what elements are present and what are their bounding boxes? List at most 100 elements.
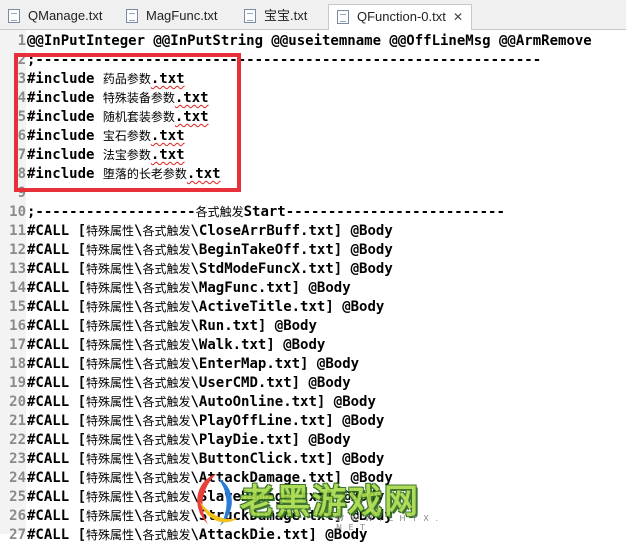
code-token: 各式触发 xyxy=(142,509,191,523)
line-code: #CALL [特殊属性\各式触发\AutoOnline.txt] @Body xyxy=(27,393,376,412)
code-line[interactable]: 17 #CALL [特殊属性\各式触发\Walk.txt] @Body xyxy=(0,336,626,355)
code-token: #CALL [ xyxy=(27,508,87,524)
line-code: #CALL [特殊属性\各式触发\PlayOffLine.txt] @Body xyxy=(27,412,384,431)
code-line[interactable]: 19 #CALL [特殊属性\各式触发\UserCMD.txt] @Body xyxy=(0,374,626,393)
close-icon[interactable]: ✕ xyxy=(453,5,463,29)
code-line[interactable]: 12 #CALL [特殊属性\各式触发\BeginTakeOff.txt] @Bo… xyxy=(0,241,626,260)
code-line[interactable]: 13 #CALL [特殊属性\各式触发\StdModeFuncX.txt] @Bo… xyxy=(0,260,626,279)
line-code: #CALL [特殊属性\各式触发\StdModeFuncX.txt] @Body xyxy=(27,260,393,279)
code-token: #CALL [ xyxy=(27,242,87,258)
code-token: 特殊属性 xyxy=(86,414,135,428)
code-token: 特殊属性 xyxy=(86,395,135,409)
line-code: #CALL [特殊属性\各式触发\MagFunc.txt] @Body xyxy=(27,279,351,298)
line-code: #CALL [特殊属性\各式触发\EnterMap.txt] @Body xyxy=(27,355,359,374)
tab-baobao[interactable]: 宝宝.txt xyxy=(236,4,328,29)
line-code: @@InPutInteger @@InPutString @@useitemna… xyxy=(27,32,592,51)
code-token: 各式触发 xyxy=(142,433,191,447)
line-code: #CALL [特殊属性\各式触发\Walk.txt] @Body xyxy=(27,336,325,355)
code-token: 特殊属性 xyxy=(86,243,135,257)
line-number: 19 xyxy=(9,375,26,391)
tab-label: QFunction-0.txt xyxy=(357,9,446,24)
line-number: 1 xyxy=(17,33,26,49)
line-number: 10 xyxy=(9,204,26,220)
code-token: ;------------------- xyxy=(27,204,196,220)
code-token: #CALL [ xyxy=(27,413,87,429)
code-line[interactable]: 10 ;-------------------各式触发Start---------… xyxy=(0,203,626,222)
file-icon xyxy=(8,9,20,23)
code-token: \Walk.txt] @Body xyxy=(190,337,326,353)
code-line[interactable]: 15 #CALL [特殊属性\各式触发\ActiveTitle.txt] @Bod… xyxy=(0,298,626,317)
line-number: 24 xyxy=(9,470,26,486)
code-token: #CALL [ xyxy=(27,261,87,277)
code-token: 各式触发 xyxy=(142,243,191,257)
code-token: \PlayDie.txt] @Body xyxy=(190,432,351,448)
tab-bar: QManage.txt MagFunc.txt 宝宝.txt QFunction… xyxy=(0,0,626,30)
line-number: 15 xyxy=(9,299,26,315)
code-token: #CALL [ xyxy=(27,223,87,239)
code-token: 各式触发 xyxy=(142,490,191,504)
code-line[interactable]: 16 #CALL [特殊属性\各式触发\Run.txt] @Body xyxy=(0,317,626,336)
line-number: 25 xyxy=(9,489,26,505)
site-watermark: 老黑游戏网 W W W . L H Y X . N E T xyxy=(186,468,446,534)
code-token: #CALL [ xyxy=(27,470,87,486)
code-token: 特殊属性 xyxy=(86,224,135,238)
line-code: ;-------------------各式触发Start-----------… xyxy=(27,203,505,222)
code-token: \PlayOffLine.txt] @Body xyxy=(190,413,385,429)
code-token: 各式触发 xyxy=(142,414,191,428)
code-line[interactable]: 18 #CALL [特殊属性\各式触发\EnterMap.txt] @Body xyxy=(0,355,626,374)
code-token: @@InPutInteger @@InPutString @@useitemna… xyxy=(27,33,592,49)
code-token: 特殊属性 xyxy=(86,338,135,352)
line-number: 23 xyxy=(9,451,26,467)
code-token: #CALL [ xyxy=(27,318,87,334)
code-line[interactable]: 11 #CALL [特殊属性\各式触发\CloseArrBuff.txt] @Bo… xyxy=(0,222,626,241)
code-token: #CALL [ xyxy=(27,527,87,543)
line-code: #CALL [特殊属性\各式触发\ActiveTitle.txt] @Body xyxy=(27,298,384,317)
tab-qmanage[interactable]: QManage.txt xyxy=(0,4,118,29)
code-token: #CALL [ xyxy=(27,489,87,505)
code-token: \ActiveTitle.txt] @Body xyxy=(190,299,385,315)
tab-magfunc[interactable]: MagFunc.txt xyxy=(118,4,234,29)
code-token: 特殊属性 xyxy=(86,509,135,523)
file-icon xyxy=(244,9,256,23)
code-token: #CALL [ xyxy=(27,337,87,353)
code-line[interactable]: 23 #CALL [特殊属性\各式触发\ButtonClick.txt] @Bod… xyxy=(0,450,626,469)
code-token: \AutoOnline.txt] @Body xyxy=(190,394,376,410)
line-number: 22 xyxy=(9,432,26,448)
code-token: \UserCMD.txt] @Body xyxy=(190,375,351,391)
line-number: 18 xyxy=(9,356,26,372)
line-number: 11 xyxy=(9,223,26,239)
code-token: #CALL [ xyxy=(27,375,87,391)
file-icon xyxy=(337,10,349,24)
code-token: \Run.txt] @Body xyxy=(190,318,317,334)
tab-qfunction-0[interactable]: QFunction-0.txt ✕ xyxy=(328,4,472,30)
line-number: 26 xyxy=(9,508,26,524)
line-code: #CALL [特殊属性\各式触发\PlayDie.txt] @Body xyxy=(27,431,351,450)
line-code: #CALL [特殊属性\各式触发\CloseArrBuff.txt] @Body xyxy=(27,222,393,241)
line-number: 12 xyxy=(9,242,26,258)
code-line[interactable]: 22 #CALL [特殊属性\各式触发\PlayDie.txt] @Body xyxy=(0,431,626,450)
code-token: \CloseArrBuff.txt] @Body xyxy=(190,223,393,239)
code-token: 特殊属性 xyxy=(86,528,135,542)
code-token: 各式触发 xyxy=(142,224,191,238)
line-number: 16 xyxy=(9,318,26,334)
code-line[interactable]: 20 #CALL [特殊属性\各式触发\AutoOnline.txt] @Body xyxy=(0,393,626,412)
code-line[interactable]: 14 #CALL [特殊属性\各式触发\MagFunc.txt] @Body xyxy=(0,279,626,298)
code-token: 特殊属性 xyxy=(86,357,135,371)
line-number: 17 xyxy=(9,337,26,353)
watermark-logo-icon xyxy=(197,474,238,526)
code-token: 各式触发 xyxy=(142,528,191,542)
code-line[interactable]: 21 #CALL [特殊属性\各式触发\PlayOffLine.txt] @Bod… xyxy=(0,412,626,431)
line-code: #CALL [特殊属性\各式触发\UserCMD.txt] @Body xyxy=(27,374,351,393)
code-token: #CALL [ xyxy=(27,451,87,467)
code-token: \StdModeFuncX.txt] @Body xyxy=(190,261,393,277)
code-token: 特殊属性 xyxy=(86,300,135,314)
line-code: #CALL [特殊属性\各式触发\ButtonClick.txt] @Body xyxy=(27,450,384,469)
code-line[interactable]: 1 @@InPutInteger @@InPutString @@useitemn… xyxy=(0,32,626,51)
code-token: 特殊属性 xyxy=(86,471,135,485)
line-number: 21 xyxy=(9,413,26,429)
code-token: 各式触发 xyxy=(142,300,191,314)
code-token: 各式触发 xyxy=(142,452,191,466)
code-editor[interactable]: 1 @@InPutInteger @@InPutString @@useitemn… xyxy=(0,30,626,543)
tab-label: MagFunc.txt xyxy=(146,8,218,23)
line-number: 20 xyxy=(9,394,26,410)
